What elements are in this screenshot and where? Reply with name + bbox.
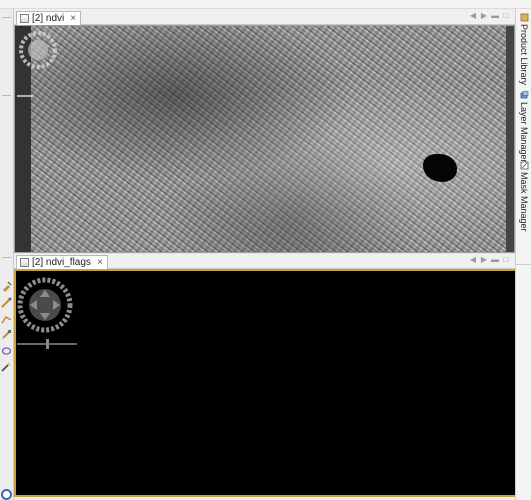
left-toolbar (0, 9, 14, 500)
side-tab-label: Product Library (519, 24, 529, 86)
right-side-panel: Product Library Layer Manager Mask Manag… (515, 9, 531, 500)
ndvi-raster-image (31, 26, 507, 252)
product-library-icon (520, 13, 528, 22)
tab-ndvi-flags[interactable]: [2] ndvi_flags × (16, 255, 108, 269)
tab-nav-controls: ◀ ▶ ▬ □ (468, 11, 511, 20)
navigation-control[interactable] (17, 273, 79, 349)
draw-ellipse-tool-icon[interactable] (1, 345, 12, 356)
globe-icon[interactable] (1, 489, 12, 500)
minimize-icon[interactable]: ▬ (490, 11, 500, 20)
tab-nav-controls: ◀ ▶ ▬ □ (468, 255, 511, 264)
next-tab-icon[interactable]: ▶ (479, 11, 489, 20)
maximize-icon[interactable]: □ (501, 255, 511, 264)
previous-tab-icon[interactable]: ◀ (468, 255, 478, 264)
image-view-ndvi[interactable] (14, 25, 515, 253)
image-view-icon (20, 258, 29, 267)
draw-rectangle-tool-icon[interactable] (1, 329, 12, 340)
side-tab-product-library[interactable]: Product Library (516, 13, 531, 85)
navigation-control[interactable] (17, 28, 59, 98)
tab-label: [2] ndvi (32, 13, 65, 24)
top-strip (0, 0, 531, 9)
side-tab-mask-manager[interactable]: Mask Manager (516, 161, 531, 232)
divider (516, 264, 531, 265)
side-tab-label: Mask Manager (519, 172, 529, 232)
layer-manager-icon (520, 91, 528, 99)
previous-tab-icon[interactable]: ◀ (468, 11, 478, 20)
minimize-icon[interactable]: ▬ (490, 255, 500, 264)
tab-label: [2] ndvi_flags (32, 257, 91, 268)
bottom-tab-row: [2] ndvi_flags × ◀ ▶ ▬ □ (14, 254, 515, 269)
no-data-margin (506, 26, 514, 252)
draw-line-tool-icon[interactable] (1, 297, 12, 308)
close-icon[interactable]: × (97, 257, 103, 268)
magic-wand-tool-icon[interactable] (1, 361, 12, 372)
side-tab-layer-manager[interactable]: Layer Manager (516, 91, 531, 163)
next-tab-icon[interactable]: ▶ (479, 255, 489, 264)
pin-tool-icon[interactable] (1, 281, 12, 292)
water-body (423, 154, 457, 182)
app-window: [2] ndvi × ◀ ▶ ▬ □ [2] ndvi_flags × ◀ ▶ … (0, 0, 531, 500)
draw-polyline-tool-icon[interactable] (1, 313, 12, 324)
separator (2, 257, 11, 258)
image-view-icon (20, 14, 29, 23)
maximize-icon[interactable]: □ (501, 11, 511, 20)
tab-ndvi[interactable]: [2] ndvi × (16, 11, 82, 25)
mask-manager-icon (520, 161, 528, 170)
separator (2, 17, 11, 18)
image-view-ndvi-flags[interactable] (14, 269, 519, 497)
side-tab-label: Layer Manager (519, 102, 529, 163)
close-icon[interactable]: × (70, 13, 76, 24)
top-tab-row: [2] ndvi × ◀ ▶ ▬ □ (14, 10, 515, 25)
separator (2, 95, 11, 96)
